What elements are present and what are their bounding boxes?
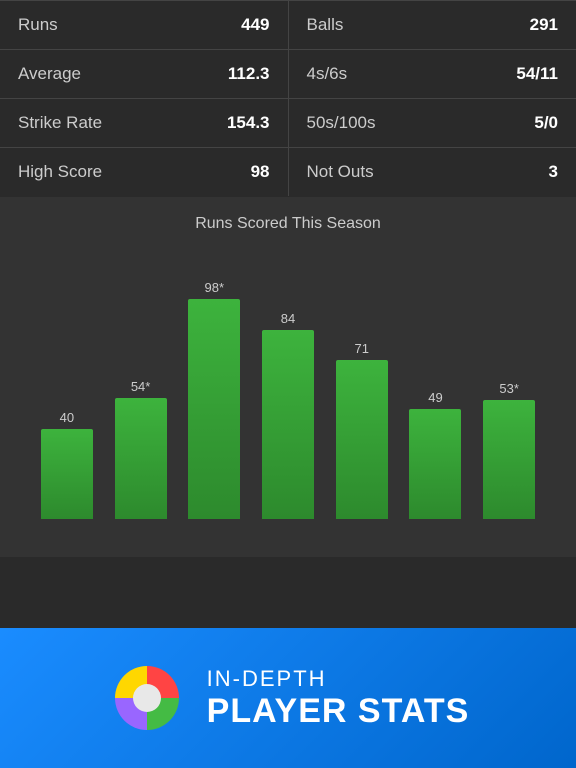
stat-row-left-0: Runs 449 [0, 1, 288, 50]
chart-title: Runs Scored This Season [20, 215, 556, 233]
bar-wrapper-2: 98* [177, 249, 251, 519]
bar-label-5: 49 [428, 390, 442, 405]
chart-section: Runs Scored This Season 40 54* 98* 84 71… [0, 197, 576, 557]
chart-area: 40 54* 98* 84 71 49 53* [20, 249, 556, 519]
stat-label: 4s/6s [307, 64, 348, 84]
bar-label-0: 40 [60, 410, 74, 425]
stat-value: 291 [530, 15, 558, 35]
stat-value: 98 [251, 162, 270, 182]
stat-value: 154.3 [227, 113, 270, 133]
stat-row-left-1: Average 112.3 [0, 50, 288, 99]
bar-label-3: 84 [281, 311, 295, 326]
bar-wrapper-0: 40 [30, 249, 104, 519]
stats-section: Runs 449 Average 112.3 Strike Rate 154.3… [0, 1, 576, 196]
stat-row-left-3: High Score 98 [0, 148, 288, 196]
bar-label-2: 98* [205, 280, 225, 295]
stat-value: 112.3 [228, 64, 270, 84]
stat-label: Strike Rate [18, 113, 102, 133]
right-stats: Balls 291 4s/6s 54/11 50s/100s 5/0 Not O… [289, 1, 576, 196]
stat-row-right-3: Not Outs 3 [289, 148, 576, 196]
bar-wrapper-3: 84 [251, 249, 325, 519]
bar-wrapper-1: 54* [104, 249, 178, 519]
bar-3 [262, 330, 314, 519]
stat-row-right-2: 50s/100s 5/0 [289, 99, 576, 148]
bar-4 [336, 360, 388, 519]
stat-value: 449 [241, 15, 269, 35]
bottom-banner: IN-DEPTH PLAYER STATS [0, 628, 576, 768]
stat-label: Not Outs [307, 162, 374, 182]
bar-0 [41, 429, 93, 519]
stat-label: Runs [18, 15, 58, 35]
bar-6 [483, 400, 535, 519]
stat-label: Balls [307, 15, 344, 35]
banner-text-block: IN-DEPTH PLAYER STATS [207, 666, 470, 731]
stat-value: 3 [549, 162, 558, 182]
banner-line2: PLAYER STATS [207, 692, 470, 731]
banner-line1: IN-DEPTH [207, 666, 327, 692]
stat-label: 50s/100s [307, 113, 376, 133]
stat-value: 54/11 [516, 64, 558, 84]
bar-label-6: 53* [499, 381, 519, 396]
stat-value: 5/0 [534, 113, 558, 133]
app-logo-icon [107, 658, 187, 738]
bar-2 [188, 299, 240, 519]
stat-row-left-2: Strike Rate 154.3 [0, 99, 288, 148]
bar-5 [409, 409, 461, 519]
stat-row-right-1: 4s/6s 54/11 [289, 50, 576, 99]
bar-label-4: 71 [355, 341, 369, 356]
bar-1 [115, 398, 167, 519]
bar-wrapper-4: 71 [325, 249, 399, 519]
bar-label-1: 54* [131, 379, 151, 394]
bar-wrapper-5: 49 [399, 249, 473, 519]
bar-wrapper-6: 53* [472, 249, 546, 519]
stat-label: High Score [18, 162, 102, 182]
left-stats: Runs 449 Average 112.3 Strike Rate 154.3… [0, 1, 288, 196]
stat-row-right-0: Balls 291 [289, 1, 576, 50]
stat-label: Average [18, 64, 81, 84]
